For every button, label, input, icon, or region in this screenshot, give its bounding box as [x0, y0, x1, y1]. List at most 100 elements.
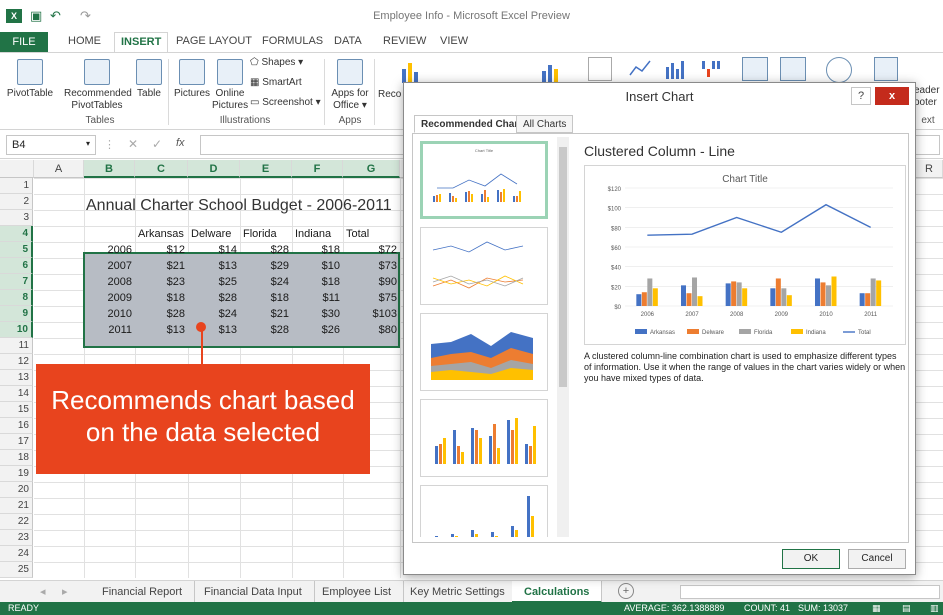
- chart-thumbnail-list[interactable]: Chart Title: [414, 137, 556, 537]
- column-header-e[interactable]: E: [240, 160, 292, 178]
- thumbnail-column-chart[interactable]: [420, 399, 548, 477]
- chevron-down-icon[interactable]: ▾: [86, 139, 90, 148]
- row-header[interactable]: 24: [0, 546, 33, 562]
- combo-chart-icon[interactable]: [540, 61, 560, 83]
- horizontal-scrollbar[interactable]: [680, 585, 940, 599]
- table-cell[interactable]: $21: [135, 258, 188, 274]
- row-header[interactable]: 12: [0, 354, 33, 370]
- column-header-c[interactable]: C: [135, 160, 188, 178]
- table-cell[interactable]: $75: [343, 290, 400, 306]
- table-cell[interactable]: $13: [135, 322, 188, 338]
- table-header-cell[interactable]: Total: [343, 226, 372, 242]
- table-cell[interactable]: $21: [240, 306, 292, 322]
- table-cell[interactable]: $29: [240, 258, 292, 274]
- row-header[interactable]: 20: [0, 482, 33, 498]
- table-cell[interactable]: $25: [188, 274, 240, 290]
- table-cell[interactable]: $23: [135, 274, 188, 290]
- sheet-tab[interactable]: Financial Report: [90, 581, 196, 603]
- tab-page-layout[interactable]: PAGE LAYOUT: [176, 35, 252, 47]
- insert-function-icon[interactable]: fx: [176, 137, 185, 149]
- hyperlink-icon[interactable]: [826, 57, 852, 83]
- tab-home[interactable]: HOME: [68, 35, 101, 47]
- tab-file[interactable]: FILE: [0, 32, 48, 52]
- table-cell[interactable]: $18: [240, 290, 292, 306]
- row-header[interactable]: 2: [0, 194, 33, 210]
- row-header[interactable]: 3: [0, 210, 33, 226]
- tab-data[interactable]: DATA: [334, 35, 362, 47]
- smartart-button[interactable]: ▦ SmartArt: [250, 77, 302, 89]
- sheet-tab[interactable]: Employee List: [310, 581, 405, 603]
- recommended-pivottables-button[interactable]: Recommended PivotTables: [64, 59, 132, 112]
- tab-view[interactable]: VIEW: [440, 35, 468, 47]
- row-header[interactable]: 21: [0, 498, 33, 514]
- row-header[interactable]: 8: [0, 290, 33, 306]
- table-cell[interactable]: $12: [135, 242, 188, 258]
- column-header-f[interactable]: F: [292, 160, 343, 178]
- line-chart-icon[interactable]: [628, 57, 652, 81]
- recommended-charts-button[interactable]: Reco: [378, 89, 401, 101]
- column-header-a[interactable]: A: [34, 160, 84, 178]
- row-header[interactable]: 23: [0, 530, 33, 546]
- table-button[interactable]: Table: [134, 59, 164, 100]
- table-cell[interactable]: $26: [292, 322, 343, 338]
- table-cell[interactable]: $28: [188, 290, 240, 306]
- table-cell-year[interactable]: 2009: [84, 290, 135, 306]
- row-header[interactable]: 7: [0, 274, 33, 290]
- page-break-view-icon[interactable]: ▥: [930, 602, 939, 615]
- enter-icon[interactable]: ✓: [152, 137, 162, 151]
- win-loss-icon[interactable]: [700, 57, 724, 81]
- help-icon[interactable]: ?: [851, 87, 871, 105]
- add-sheet-icon[interactable]: +: [618, 583, 634, 599]
- scrollbar-thumb[interactable]: [559, 147, 567, 387]
- row-header[interactable]: 17: [0, 434, 33, 450]
- table-cell[interactable]: $24: [240, 274, 292, 290]
- prev-sheet-icon[interactable]: ◂: [40, 585, 46, 598]
- online-pictures-button[interactable]: Online Pictures: [212, 59, 248, 112]
- thumbnail-stacked-column[interactable]: [420, 485, 548, 537]
- row-header[interactable]: 19: [0, 466, 33, 482]
- sparkline-line-icon[interactable]: [588, 57, 612, 81]
- pivottable-button[interactable]: PivotTable: [4, 59, 56, 100]
- timeline-icon[interactable]: [780, 57, 806, 81]
- table-cell-year[interactable]: 2006: [84, 242, 135, 258]
- row-header[interactable]: 22: [0, 514, 33, 530]
- table-cell[interactable]: $24: [188, 306, 240, 322]
- row-header[interactable]: 11: [0, 338, 33, 354]
- table-cell[interactable]: $90: [343, 274, 400, 290]
- table-cell[interactable]: $73: [343, 258, 400, 274]
- table-cell[interactable]: $28: [240, 242, 292, 258]
- table-cell[interactable]: $18: [292, 242, 343, 258]
- table-cell[interactable]: $30: [292, 306, 343, 322]
- ok-button[interactable]: OK: [782, 549, 840, 569]
- table-cell[interactable]: $13: [188, 258, 240, 274]
- thumbnail-area-chart[interactable]: [420, 313, 548, 391]
- column-header-g[interactable]: G: [343, 160, 400, 178]
- thumbnail-line-chart[interactable]: [420, 227, 548, 305]
- row-header[interactable]: 13: [0, 370, 33, 386]
- table-cell-year[interactable]: 2007: [84, 258, 135, 274]
- table-cell[interactable]: $14: [188, 242, 240, 258]
- next-sheet-icon[interactable]: ▸: [62, 585, 68, 598]
- table-cell[interactable]: $10: [292, 258, 343, 274]
- table-cell[interactable]: $18: [292, 274, 343, 290]
- tab-all-charts[interactable]: All Charts: [516, 115, 574, 133]
- tab-review[interactable]: REVIEW: [383, 35, 426, 47]
- sheet-tab[interactable]: Key Metric Settings: [398, 581, 518, 603]
- table-cell[interactable]: $28: [135, 306, 188, 322]
- column-header-r[interactable]: R: [916, 160, 943, 178]
- row-header[interactable]: 14: [0, 386, 33, 402]
- table-header-cell[interactable]: Florida: [240, 226, 280, 242]
- table-cell[interactable]: $28: [240, 322, 292, 338]
- thumbnail-clustered-column-line[interactable]: Chart Title: [420, 141, 548, 219]
- row-header[interactable]: 1: [0, 178, 33, 194]
- table-cell-year[interactable]: 2008: [84, 274, 135, 290]
- screenshot-button[interactable]: ▭ Screenshot ▾: [250, 97, 321, 109]
- column-chart-icon[interactable]: [400, 61, 420, 83]
- column-sparkline-icon[interactable]: [664, 57, 688, 81]
- close-icon[interactable]: x: [875, 87, 909, 105]
- column-header-d[interactable]: D: [188, 160, 240, 178]
- shapes-button[interactable]: ⬠ Shapes ▾: [250, 57, 303, 69]
- row-header[interactable]: 10: [0, 322, 33, 338]
- table-cell[interactable]: $11: [292, 290, 343, 306]
- table-cell[interactable]: $103: [343, 306, 400, 322]
